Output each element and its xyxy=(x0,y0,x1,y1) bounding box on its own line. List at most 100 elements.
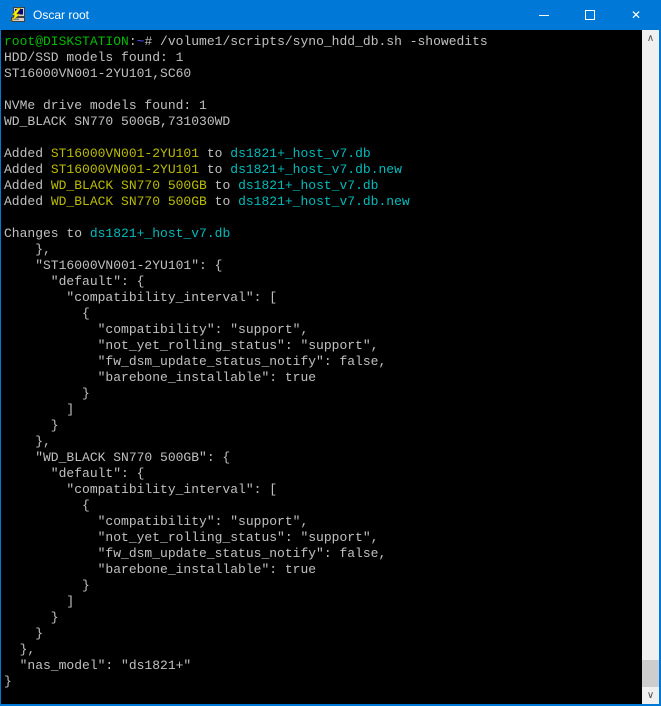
terminal-line: "compatibility_interval": [ xyxy=(4,290,642,306)
terminal-line: ] xyxy=(4,594,642,610)
terminal-text: { xyxy=(4,498,90,513)
terminal-text: to xyxy=(207,178,238,193)
terminal-text: root@DISKSTATION xyxy=(4,34,129,49)
chevron-up-icon: ∧ xyxy=(647,34,654,44)
terminal-text: "default": { xyxy=(4,466,144,481)
scrollbar-thumb[interactable] xyxy=(642,660,659,687)
terminal-text: } xyxy=(4,386,90,401)
terminal-text: ds1821+_host_v7.db xyxy=(238,178,378,193)
terminal-text: }, xyxy=(4,642,35,657)
terminal-line: } xyxy=(4,610,642,626)
terminal-line xyxy=(4,210,642,226)
scrollbar-track[interactable] xyxy=(642,47,659,687)
terminal-text: HDD/SSD models found: 1 xyxy=(4,50,183,65)
scroll-down-button[interactable]: ∨ xyxy=(642,687,659,704)
terminal-line: "default": { xyxy=(4,274,642,290)
terminal-text: Added xyxy=(4,162,51,177)
terminal-text: } xyxy=(4,610,59,625)
terminal-text: ST16000VN001-2YU101 xyxy=(51,162,199,177)
terminal-text: # /volume1/scripts/syno_hdd_db.sh -showe… xyxy=(144,34,487,49)
chevron-down-icon: ∨ xyxy=(647,691,654,701)
terminal-line xyxy=(4,82,642,98)
scrollbar[interactable]: ∧ ∨ xyxy=(642,30,659,704)
terminal-line: NVMe drive models found: 1 xyxy=(4,98,642,114)
terminal-text: WD_BLACK SN770 500GB xyxy=(51,178,207,193)
terminal-text: "compatibility_interval": [ xyxy=(4,482,277,497)
terminal-text: "nas_model": "ds1821+" xyxy=(4,658,191,673)
maximize-button[interactable] xyxy=(567,0,613,30)
putty-window: Oscar root ✕ root@DISKSTATION:~# /volume… xyxy=(0,0,661,706)
terminal-line: "nas_model": "ds1821+" xyxy=(4,658,642,674)
terminal-line: } xyxy=(4,674,642,690)
terminal-line: "compatibility": "support", xyxy=(4,514,642,530)
terminal-text: WD_BLACK SN770 500GB,731030WD xyxy=(4,114,230,129)
terminal-text: "compatibility": "support", xyxy=(4,322,308,337)
terminal-line: "barebone_installable": true xyxy=(4,370,642,386)
terminal-text: NVMe drive models found: 1 xyxy=(4,98,207,113)
terminal-text: Added xyxy=(4,178,51,193)
terminal-line: "compatibility_interval": [ xyxy=(4,482,642,498)
terminal-text: to xyxy=(207,194,238,209)
terminal-line: } xyxy=(4,386,642,402)
maximize-icon xyxy=(585,10,595,20)
terminal-text: WD_BLACK SN770 500GB xyxy=(51,194,207,209)
terminal-line: { xyxy=(4,498,642,514)
terminal-text: Added xyxy=(4,194,51,209)
terminal-line: Added ST16000VN001-2YU101 to ds1821+_hos… xyxy=(4,162,642,178)
minimize-icon xyxy=(539,15,549,16)
terminal-line: } xyxy=(4,578,642,594)
minimize-button[interactable] xyxy=(521,0,567,30)
putty-app-icon[interactable] xyxy=(9,7,25,23)
terminal-text: }, xyxy=(4,434,51,449)
window-body: root@DISKSTATION:~# /volume1/scripts/syn… xyxy=(1,30,659,704)
terminal-line: } xyxy=(4,418,642,434)
terminal-text: "WD_BLACK SN770 500GB": { xyxy=(4,450,230,465)
terminal-text: } xyxy=(4,626,43,641)
terminal-line: HDD/SSD models found: 1 xyxy=(4,50,642,66)
terminal-text: "not_yet_rolling_status": "support", xyxy=(4,338,378,353)
terminal-text: { xyxy=(4,306,90,321)
terminal-text: "fw_dsm_update_status_notify": false, xyxy=(4,354,386,369)
terminal-text: Changes to xyxy=(4,226,90,241)
terminal-text: Added xyxy=(4,146,51,161)
terminal-line: "not_yet_rolling_status": "support", xyxy=(4,338,642,354)
terminal-line: "ST16000VN001-2YU101": { xyxy=(4,258,642,274)
terminal-text: "compatibility": "support", xyxy=(4,514,308,529)
terminal-line: Added ST16000VN001-2YU101 to ds1821+_hos… xyxy=(4,146,642,162)
terminal-line: Changes to ds1821+_host_v7.db xyxy=(4,226,642,242)
terminal-line: ST16000VN001-2YU101,SC60 xyxy=(4,66,642,82)
putty-terminal-icon xyxy=(9,7,25,23)
window-title: Oscar root xyxy=(33,8,521,22)
terminal-text: "barebone_installable": true xyxy=(4,370,316,385)
terminal-line: Added WD_BLACK SN770 500GB to ds1821+_ho… xyxy=(4,194,642,210)
terminal-line: "fw_dsm_update_status_notify": false, xyxy=(4,546,642,562)
terminal-line xyxy=(4,130,642,146)
terminal-text: ds1821+_host_v7.db xyxy=(230,146,370,161)
scroll-up-button[interactable]: ∧ xyxy=(642,30,659,47)
terminal-text: "default": { xyxy=(4,274,144,289)
terminal-text: "barebone_installable": true xyxy=(4,562,316,577)
terminal-text: to xyxy=(199,146,230,161)
terminal-text: } xyxy=(4,578,90,593)
terminal-text: "not_yet_rolling_status": "support", xyxy=(4,530,378,545)
terminal-line: "default": { xyxy=(4,466,642,482)
titlebar[interactable]: Oscar root ✕ xyxy=(1,0,659,30)
terminal-line: "WD_BLACK SN770 500GB": { xyxy=(4,450,642,466)
terminal-line: }, xyxy=(4,242,642,258)
terminal-text: } xyxy=(4,418,59,433)
terminal-line: ] xyxy=(4,402,642,418)
close-icon: ✕ xyxy=(631,9,641,21)
close-button[interactable]: ✕ xyxy=(613,0,659,30)
terminal-text: ds1821+_host_v7.db.new xyxy=(230,162,402,177)
terminal-line: }, xyxy=(4,434,642,450)
terminal-line: "barebone_installable": true xyxy=(4,562,642,578)
terminal-line: "compatibility": "support", xyxy=(4,322,642,338)
terminal-text: } xyxy=(4,674,12,689)
terminal-text: "compatibility_interval": [ xyxy=(4,290,277,305)
terminal-line: Added WD_BLACK SN770 500GB to ds1821+_ho… xyxy=(4,178,642,194)
terminal-output[interactable]: root@DISKSTATION:~# /volume1/scripts/syn… xyxy=(1,30,642,704)
terminal-text: ] xyxy=(4,594,74,609)
terminal-text: ds1821+_host_v7.db xyxy=(90,226,230,241)
terminal-text: : xyxy=(129,34,137,49)
terminal-line: } xyxy=(4,626,642,642)
